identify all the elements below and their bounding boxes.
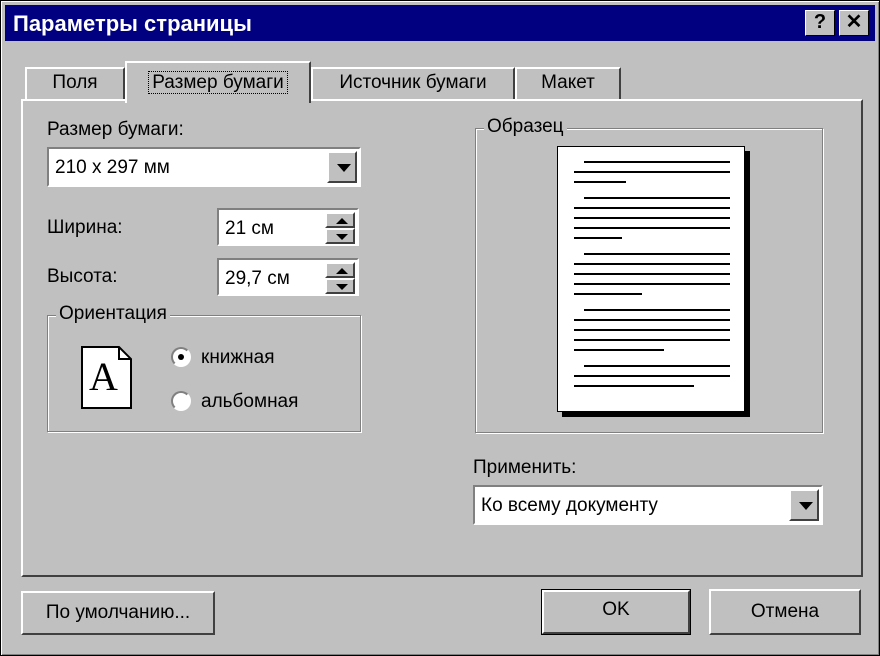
preview-line bbox=[584, 161, 730, 163]
apply-to-select[interactable]: Ко всему документу bbox=[473, 485, 823, 525]
width-decrement-button[interactable] bbox=[325, 228, 355, 244]
preview-line bbox=[574, 283, 730, 285]
preview-line bbox=[574, 227, 730, 229]
tab-join bbox=[127, 98, 309, 102]
paper-size-value: 210 x 297 мм bbox=[55, 157, 170, 178]
preview-line bbox=[574, 263, 730, 265]
window-title: Параметры страницы bbox=[13, 11, 252, 36]
arrow-up-icon bbox=[336, 218, 348, 224]
close-button[interactable]: ✕ bbox=[839, 10, 869, 36]
preview-line bbox=[574, 217, 730, 219]
apply-label: Применить: bbox=[473, 457, 577, 478]
preview-line bbox=[574, 329, 730, 331]
preview-line bbox=[574, 319, 730, 321]
orientation-icon-letter: A bbox=[89, 354, 118, 399]
preview-line bbox=[584, 197, 730, 199]
paper-size-dropdown-button[interactable] bbox=[327, 151, 357, 183]
apply-to-value: Ко всему документу bbox=[481, 495, 658, 516]
default-button[interactable]: По умолчанию... bbox=[21, 591, 215, 635]
radio-checked-dot bbox=[178, 354, 184, 360]
preview-title: Образец bbox=[484, 116, 567, 138]
arrow-down-icon bbox=[336, 234, 348, 240]
width-increment-button[interactable] bbox=[325, 212, 355, 228]
height-value: 29,7 см bbox=[225, 268, 290, 289]
ok-button-label: OK bbox=[602, 599, 630, 620]
orientation-title: Ориентация bbox=[56, 303, 170, 325]
tab-layout[interactable]: Макет bbox=[515, 67, 621, 101]
preview-page bbox=[557, 146, 745, 412]
width-value: 21 см bbox=[225, 218, 274, 239]
landscape-label[interactable]: альбомная bbox=[201, 391, 298, 413]
portrait-radio[interactable] bbox=[171, 347, 191, 367]
arrow-up-icon bbox=[336, 268, 348, 274]
preview-line bbox=[574, 207, 730, 209]
preview-line bbox=[574, 339, 730, 341]
tab-paper-source[interactable]: Источник бумаги bbox=[311, 67, 515, 101]
title-bar: Параметры страницы ? ✕ bbox=[5, 5, 875, 41]
page-setup-dialog: Параметры страницы ? ✕ Поля Размер бумаг… bbox=[0, 0, 880, 656]
preview-line bbox=[584, 365, 730, 367]
tab-margins[interactable]: Поля bbox=[25, 67, 125, 101]
width-label: Ширина: bbox=[47, 217, 123, 238]
preview-line bbox=[574, 171, 730, 173]
height-stepper[interactable]: 29,7 см bbox=[217, 258, 359, 296]
preview-line bbox=[584, 309, 730, 311]
portrait-label[interactable]: книжная bbox=[201, 347, 274, 369]
chevron-down-icon bbox=[337, 164, 351, 172]
paper-size-label: Размер бумаги: bbox=[47, 119, 184, 140]
preview-line bbox=[574, 375, 730, 377]
height-decrement-button[interactable] bbox=[325, 278, 355, 294]
preview-line bbox=[574, 273, 730, 275]
apply-to-dropdown-button[interactable] bbox=[789, 489, 819, 521]
chevron-down-icon bbox=[799, 502, 813, 510]
tab-paper-size[interactable]: Размер бумаги bbox=[125, 61, 311, 103]
landscape-radio[interactable] bbox=[171, 391, 191, 411]
height-increment-button[interactable] bbox=[325, 262, 355, 278]
preview-line bbox=[574, 293, 642, 295]
preview-line bbox=[574, 237, 622, 239]
paper-size-select[interactable]: 210 x 297 мм bbox=[47, 147, 361, 187]
arrow-down-icon bbox=[336, 284, 348, 290]
preview-line bbox=[574, 349, 664, 351]
help-button[interactable]: ? bbox=[805, 10, 835, 36]
width-stepper[interactable]: 21 см bbox=[217, 208, 359, 246]
preview-line bbox=[574, 181, 626, 183]
preview-line bbox=[584, 253, 730, 255]
height-label: Высота: bbox=[47, 266, 118, 287]
ok-button[interactable]: OK bbox=[541, 589, 691, 635]
preview-line bbox=[574, 385, 694, 387]
tab-paper-size-label: Размер бумаги bbox=[148, 71, 288, 94]
cancel-button[interactable]: Отмена bbox=[709, 589, 861, 635]
